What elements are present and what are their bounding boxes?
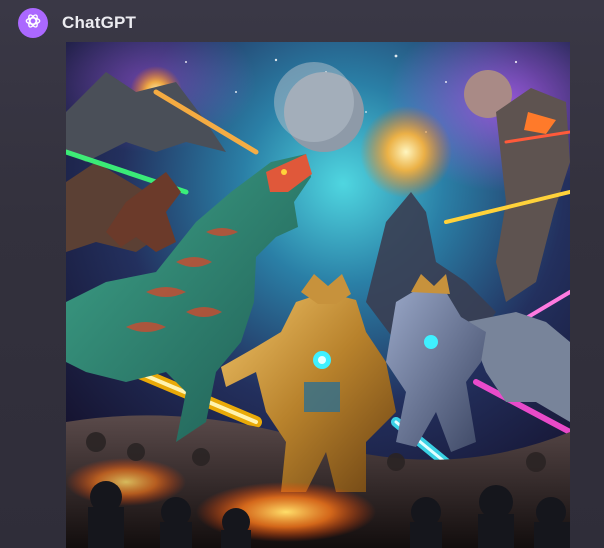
- generated-image[interactable]: [66, 42, 570, 548]
- sender-name: ChatGPT: [62, 13, 137, 32]
- message-header: ChatGPT: [18, 6, 136, 40]
- openai-logo-icon: [23, 11, 43, 36]
- dinosaur-battle-artwork: [66, 42, 570, 548]
- assistant-avatar: [18, 8, 48, 38]
- chat-window: ChatGPT: [0, 0, 604, 548]
